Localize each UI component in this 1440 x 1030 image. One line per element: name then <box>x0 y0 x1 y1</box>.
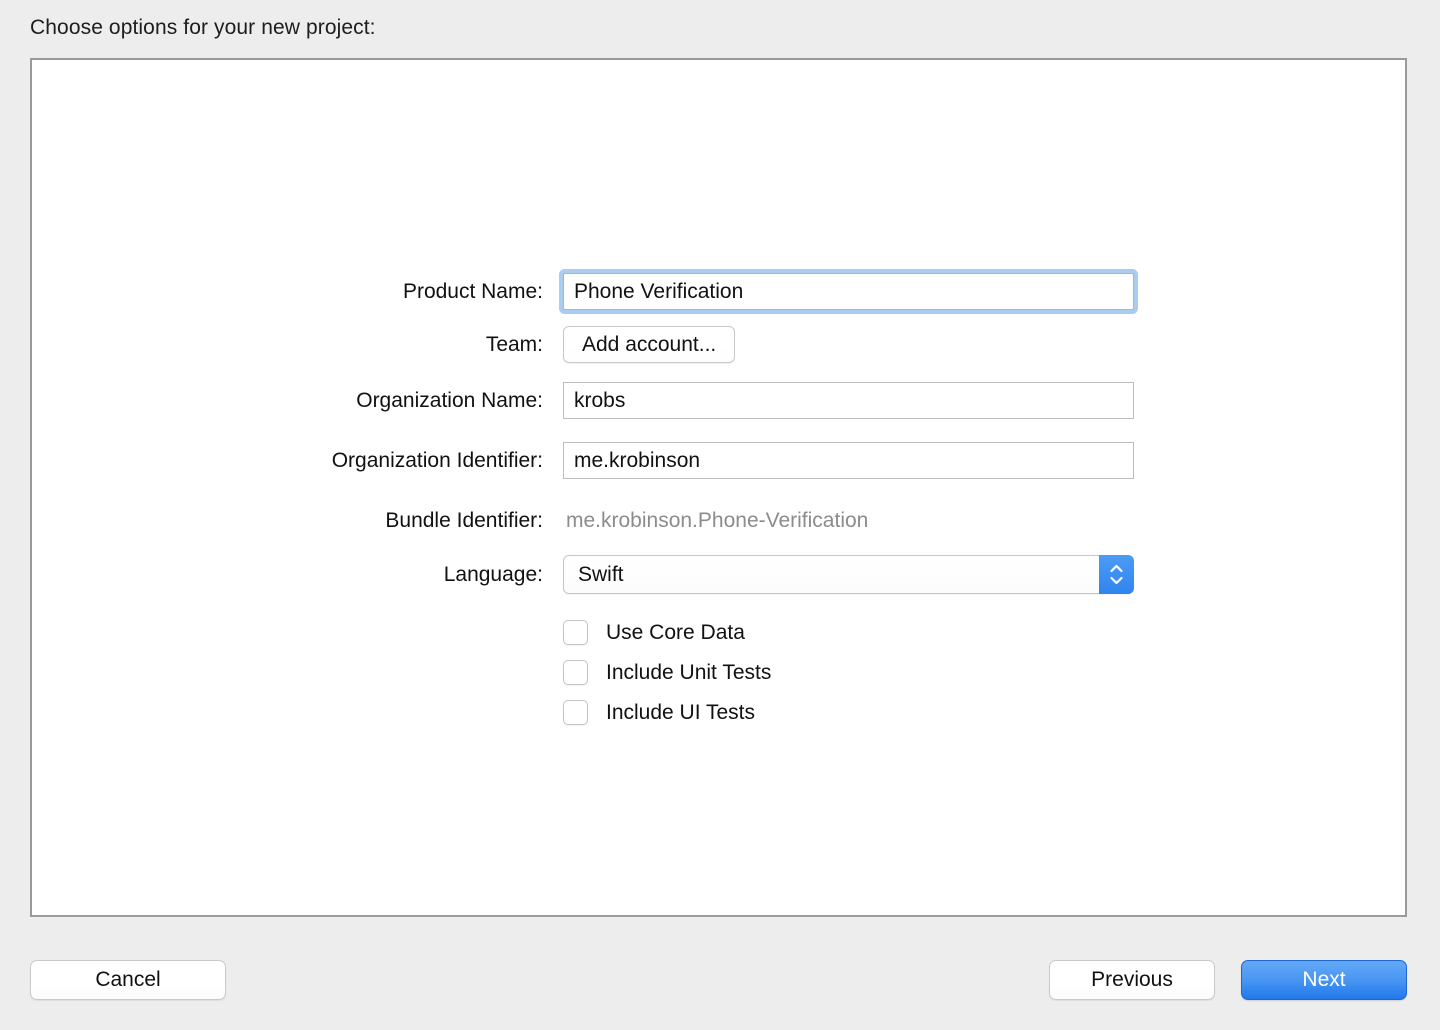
checkbox-row-include-ui-tests[interactable]: Include UI Tests <box>563 700 755 725</box>
bundle-identifier-value: me.krobinson.Phone-Verification <box>566 509 869 532</box>
language-selected-value: Swift <box>578 563 624 586</box>
organization-identifier-input[interactable] <box>563 442 1134 479</box>
include-unit-tests-checkbox[interactable] <box>563 660 588 685</box>
checkbox-row-use-core-data[interactable]: Use Core Data <box>563 620 745 645</box>
checkbox-row-include-unit-tests[interactable]: Include Unit Tests <box>563 660 771 685</box>
page-title: Choose options for your new project: <box>30 16 376 39</box>
organization-name-input[interactable] <box>563 382 1134 419</box>
bundle-identifier-label: Bundle Identifier: <box>385 509 543 532</box>
team-label: Team: <box>485 333 543 356</box>
product-name-label: Product Name: <box>402 280 543 303</box>
use-core-data-checkbox[interactable] <box>563 620 588 645</box>
previous-button[interactable]: Previous <box>1049 960 1215 1000</box>
language-popup-button[interactable]: Swift <box>563 555 1134 594</box>
next-button[interactable]: Next <box>1241 960 1407 1000</box>
options-panel: Product Name: Team: Add account... Organ… <box>30 58 1407 917</box>
organization-name-label: Organization Name: <box>356 389 543 412</box>
include-unit-tests-label: Include Unit Tests <box>606 660 772 684</box>
cancel-button[interactable]: Cancel <box>30 960 226 1000</box>
organization-identifier-label: Organization Identifier: <box>331 449 543 472</box>
product-name-input[interactable] <box>563 273 1134 310</box>
use-core-data-label: Use Core Data <box>606 620 745 644</box>
include-ui-tests-label: Include UI Tests <box>606 700 756 724</box>
chevron-updown-icon[interactable] <box>1099 555 1134 594</box>
include-ui-tests-checkbox[interactable] <box>563 700 588 725</box>
add-account-button[interactable]: Add account... <box>563 326 736 363</box>
language-label: Language: <box>443 563 543 586</box>
